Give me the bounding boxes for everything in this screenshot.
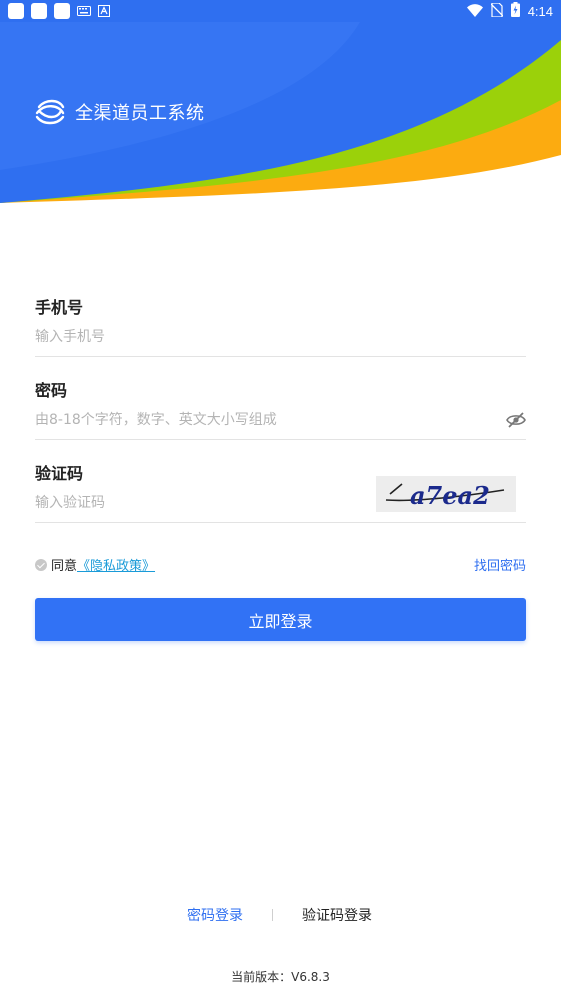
agree-label: 同意 — [51, 559, 78, 574]
header-banner: 全渠道员工系统 — [0, 0, 561, 210]
password-field: 密码 — [35, 377, 526, 440]
clock: 4:14 — [527, 4, 553, 19]
privacy-policy-link[interactable]: 《隐私政策》 — [77, 555, 155, 574]
captcha-image[interactable]: a7ea2 — [376, 476, 516, 512]
captcha-field: 验证码 a7ea2 — [35, 460, 526, 523]
password-input[interactable] — [35, 409, 475, 431]
phone-input[interactable] — [35, 326, 475, 348]
wifi-icon — [466, 2, 483, 21]
china-mobile-logo-icon — [33, 95, 67, 129]
agreement-row: 同意 《隐私政策》 — [35, 555, 155, 574]
captcha-label: 验证码 — [35, 464, 84, 483]
brand: 全渠道员工系统 — [33, 95, 205, 129]
a-letter-icon — [98, 5, 110, 17]
eye-hidden-icon[interactable] — [506, 411, 526, 429]
forgot-password-link[interactable]: 找回密码 — [474, 555, 526, 574]
tab-code-login[interactable]: 验证码登录 — [302, 905, 372, 925]
phone-label: 手机号 — [35, 298, 84, 317]
status-bar: 4:14 — [0, 0, 561, 22]
battery-charging-icon — [510, 2, 520, 21]
app-square-icon — [54, 3, 70, 19]
app-square-icon — [8, 3, 24, 19]
app-square-icon — [31, 3, 47, 19]
captcha-text: a7ea2 — [410, 481, 490, 510]
no-sim-icon — [490, 2, 504, 21]
version-label: 当前版本：V6.8.3 — [231, 970, 330, 984]
login-button[interactable]: 立即登录 — [35, 598, 526, 641]
login-screen: 全渠道员工系统 4:14 手机号 输入手机号 密码 验证码 输入验证码 a7ea… — [0, 0, 561, 999]
tab-password-login[interactable]: 密码登录 — [187, 905, 243, 925]
phone-field: 手机号 — [35, 294, 526, 357]
tab-divider — [272, 909, 273, 921]
app-title: 全渠道员工系统 — [75, 103, 205, 124]
login-mode-tabs: 密码登录 验证码登录 — [0, 905, 561, 927]
keyboard-icon — [77, 6, 91, 16]
password-label: 密码 — [35, 381, 68, 400]
agree-checkbox[interactable] — [35, 558, 47, 571]
captcha-input[interactable] — [35, 492, 355, 514]
